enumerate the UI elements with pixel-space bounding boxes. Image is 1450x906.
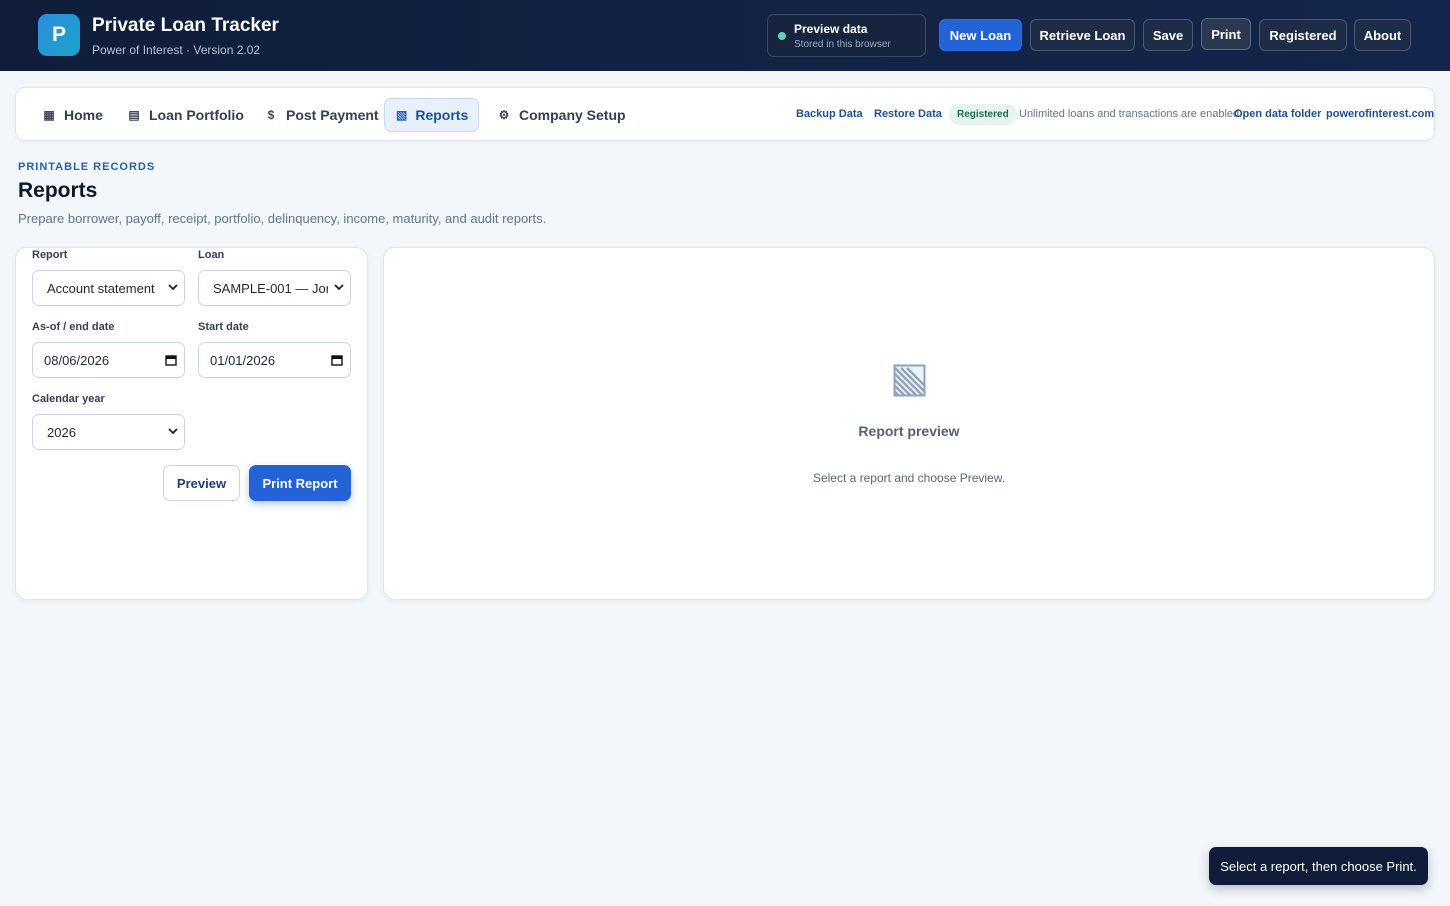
registered-badge: Registered [949, 104, 1017, 125]
main-nav: ▦ Home ▤ Loan Portfolio $ Post Payment ▧… [15, 87, 1435, 141]
status-chip-title: Preview data [794, 22, 868, 36]
data-status-chip: Preview data Stored in this browser [767, 14, 926, 57]
calendar-icon[interactable] [158, 354, 184, 366]
app-subtitle: Power of Interest · Version 2.02 [92, 43, 261, 57]
print-button[interactable]: Print [1201, 18, 1251, 50]
report-form-card: Report Account statement Loan SAMPLE-001… [15, 247, 368, 600]
app-title: Private Loan Tracker [92, 15, 279, 36]
section-eyebrow: PRINTABLE RECORDS [18, 161, 156, 173]
tab-label: Home [64, 107, 103, 123]
tab-home[interactable]: ▦ Home [30, 98, 115, 132]
loan-label: Loan [198, 249, 225, 261]
preview-button[interactable]: Preview [163, 465, 240, 501]
retrieve-loan-button[interactable]: Retrieve Loan [1030, 19, 1135, 51]
start-date-input[interactable]: 01/01/2026 [198, 342, 351, 378]
report-preview-hint: Select a report and choose Preview. [812, 471, 1006, 485]
tab-loan-portfolio[interactable]: ▤ Loan Portfolio [115, 98, 256, 132]
asof-date-value: 08/06/2026 [44, 352, 110, 368]
chevron-down-icon [162, 282, 184, 294]
new-loan-button[interactable]: New Loan [939, 19, 1022, 51]
status-dot-icon [778, 32, 786, 40]
toast-notification: Select a report, then choose Print. [1209, 847, 1428, 885]
calendar-year-value: 2026 [47, 424, 76, 440]
registered-button[interactable]: Registered [1259, 19, 1347, 51]
license-note: Unlimited loans and transactions are ena… [1019, 108, 1243, 120]
home-icon: ▦ [43, 108, 55, 122]
report-label: Report [32, 249, 68, 261]
chevron-down-icon [162, 426, 184, 438]
restore-data-link[interactable]: Restore Data [874, 108, 942, 120]
tab-reports[interactable]: ▧ Reports [384, 98, 479, 132]
print-report-button[interactable]: Print Report [249, 465, 351, 501]
reports-icon: ▧ [396, 108, 408, 122]
chevron-down-icon [328, 282, 350, 294]
asof-date-label: As-of / end date [32, 321, 115, 333]
page-title: Reports [18, 179, 98, 202]
page-description: Prepare borrower, payoff, receipt, portf… [18, 211, 547, 226]
tab-company-setup[interactable]: ⚙ Company Setup [485, 98, 638, 132]
start-date-label: Start date [198, 321, 249, 333]
loan-select-value: SAMPLE-001 — Jor [213, 280, 328, 296]
tab-label: Reports [415, 107, 469, 123]
report-select[interactable]: Account statement [32, 270, 185, 306]
dollar-icon: $ [267, 108, 275, 122]
open-data-folder-link[interactable]: Open data folder [1234, 108, 1321, 120]
portfolio-icon: ▤ [128, 108, 140, 122]
loan-select[interactable]: SAMPLE-001 — Jor [198, 270, 351, 306]
status-chip-subtitle: Stored in this browser [794, 39, 891, 50]
report-preview-panel: Report preview Select a report and choos… [383, 247, 1435, 600]
start-date-value: 01/01/2026 [210, 352, 276, 368]
tab-label: Post Payment [286, 107, 379, 123]
website-link[interactable]: powerofinterest.com [1326, 108, 1434, 120]
report-select-value: Account statement [47, 280, 155, 296]
calendar-icon[interactable] [324, 354, 350, 366]
gear-icon: ⚙ [498, 108, 510, 122]
about-button[interactable]: About [1354, 19, 1411, 51]
tab-label: Company Setup [519, 107, 626, 123]
calendar-year-select[interactable]: 2026 [32, 414, 185, 450]
asof-date-input[interactable]: 08/06/2026 [32, 342, 185, 378]
calendar-year-label: Calendar year [32, 393, 105, 405]
backup-data-link[interactable]: Backup Data [796, 108, 863, 120]
tab-post-payment[interactable]: $ Post Payment [252, 98, 391, 132]
app-logo: P [38, 14, 80, 56]
app-header: P Private Loan Tracker Power of Interest… [0, 0, 1450, 71]
save-button[interactable]: Save [1143, 19, 1193, 51]
report-preview-icon [893, 364, 926, 397]
tab-label: Loan Portfolio [149, 107, 244, 123]
report-preview-title: Report preview [858, 423, 960, 439]
